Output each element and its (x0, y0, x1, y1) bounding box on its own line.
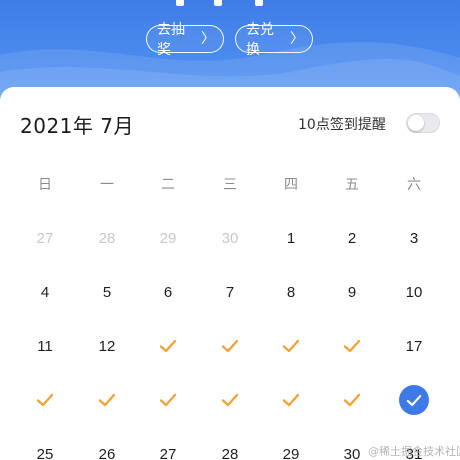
checkmark-icon (159, 393, 177, 407)
exchange-button[interactable]: 去兑换 〉 (235, 22, 313, 58)
calendar-day-checked[interactable] (266, 331, 316, 361)
calendar-day[interactable]: 6 (143, 277, 193, 307)
calendar-day-other-month[interactable]: 28 (82, 223, 132, 253)
checkmark-icon (221, 393, 239, 407)
calendar-day-checked[interactable] (82, 385, 132, 415)
banner-peek-shape (176, 0, 184, 6)
calendar-day[interactable]: 29 (266, 439, 316, 460)
checkmark-icon (36, 393, 54, 407)
calendar-day[interactable]: 3 (389, 223, 439, 253)
calendar-day-checked[interactable] (205, 385, 255, 415)
weekday-header: 六 (407, 177, 421, 193)
chevron-right-icon: 〉 (290, 31, 304, 47)
weekday-header: 日 (38, 177, 52, 193)
calendar-day[interactable]: 9 (327, 277, 377, 307)
calendar-day[interactable]: 10 (389, 277, 439, 307)
calendar-day-checked[interactable] (143, 385, 193, 415)
reminder-toggle[interactable] (406, 113, 440, 133)
lottery-button[interactable]: 去抽奖 〉 (146, 22, 224, 58)
exchange-button-label: 去兑换 (246, 22, 274, 58)
checkmark-icon (282, 339, 300, 353)
checkmark-icon (282, 393, 300, 407)
month-title: 2021年 7月 (20, 114, 134, 138)
calendar-day[interactable]: 26 (82, 439, 132, 460)
checkmark-icon (343, 393, 361, 407)
calendar-day[interactable]: 12 (82, 331, 132, 361)
calendar-day-checked[interactable] (143, 331, 193, 361)
weekday-header: 三 (223, 177, 237, 193)
calendar-day-today[interactable] (389, 385, 439, 415)
calendar-day[interactable]: 11 (20, 331, 70, 361)
chevron-right-icon: 〉 (201, 31, 215, 47)
calendar-day[interactable]: 4 (20, 277, 70, 307)
weekday-header: 四 (284, 177, 298, 193)
calendar-day-checked[interactable] (266, 385, 316, 415)
calendar-day-checked[interactable] (205, 331, 255, 361)
reminder-label: 10点签到提醒 (298, 117, 386, 133)
calendar-day-other-month[interactable]: 27 (20, 223, 70, 253)
watermark: @稀土掘金技术社区 (368, 445, 460, 458)
calendar-day[interactable]: 8 (266, 277, 316, 307)
checkmark-icon (159, 339, 177, 353)
calendar-day[interactable]: 5 (82, 277, 132, 307)
calendar-day-checked[interactable] (20, 385, 70, 415)
banner-peek-shape (214, 0, 222, 6)
calendar-day[interactable]: 17 (389, 331, 439, 361)
calendar-day[interactable]: 1 (266, 223, 316, 253)
calendar-day-checked[interactable] (327, 331, 377, 361)
lottery-button-label: 去抽奖 (157, 22, 185, 58)
checkmark-icon (221, 339, 239, 353)
calendar-day[interactable]: 2 (327, 223, 377, 253)
calendar-day-other-month[interactable]: 29 (143, 223, 193, 253)
weekday-header: 一 (100, 177, 114, 193)
calendar-day[interactable]: 28 (205, 439, 255, 460)
calendar-day[interactable]: 25 (20, 439, 70, 460)
calendar-day[interactable]: 7 (205, 277, 255, 307)
calendar-day[interactable]: 27 (143, 439, 193, 460)
checkmark-icon (343, 339, 361, 353)
weekday-header: 五 (345, 177, 359, 193)
toggle-knob (408, 115, 424, 131)
calendar-day-checked[interactable] (327, 385, 377, 415)
banner-peek-shape (255, 0, 263, 6)
checkmark-circle-icon (399, 385, 429, 415)
checkmark-icon (98, 393, 116, 407)
calendar-day-other-month[interactable]: 30 (205, 223, 255, 253)
weekday-header: 二 (161, 177, 175, 193)
